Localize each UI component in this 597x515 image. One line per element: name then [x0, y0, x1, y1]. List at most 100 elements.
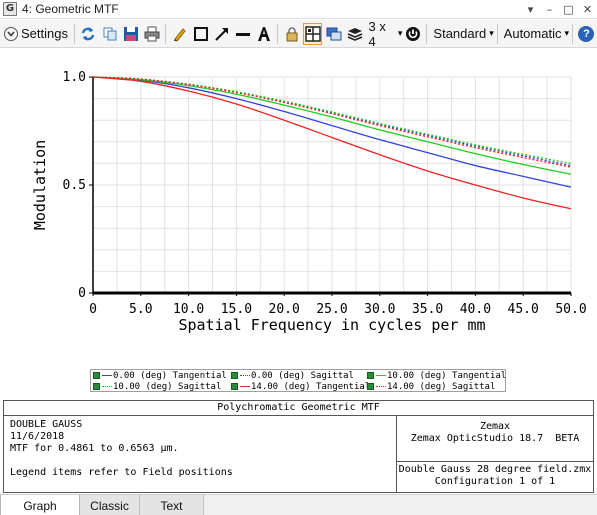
style-dropdown[interactable]: Standard ▾ [430, 23, 493, 45]
layers-icon[interactable] [346, 23, 365, 45]
tab-graph[interactable]: Graph [0, 495, 80, 515]
line-icon[interactable] [233, 23, 252, 45]
copy-icon[interactable] [100, 23, 119, 45]
y-tick-label: 0 [78, 286, 86, 301]
mtf-chart: 0 5.0 10.0 15.0 20.0 25.0 30.0 35.0 40.0 45.0 50.0… [31, 70, 587, 334]
y-tick-label: 0.5 [63, 178, 86, 193]
window-controls: ▾ – □ ✕ [521, 0, 597, 19]
lock-icon[interactable] [282, 23, 301, 45]
legend-label: 10.00 (deg) Sagittal [113, 381, 222, 392]
x-tick-label: 5.0 [129, 302, 152, 317]
legend-swatch [102, 386, 112, 387]
legend-swatch [376, 375, 386, 376]
print-icon[interactable] [142, 23, 161, 45]
info-title: Polychromatic Geometric MTF [4, 401, 593, 416]
legend-swatch [102, 375, 112, 376]
legend-swatch [240, 386, 250, 387]
x-tick-label: 25.0 [316, 302, 347, 317]
toolbar-divider [165, 23, 167, 44]
legend-swatch [376, 386, 386, 387]
legend-item: 0.00 (deg) Tangential [93, 370, 227, 381]
legend-note: Legend items refer to Field positions [10, 467, 233, 478]
vendor-block: Zemax Zemax OpticStudio 18.7 BETA [396, 416, 593, 462]
refresh-icon[interactable] [79, 23, 98, 45]
grid-lines [92, 76, 572, 294]
configuration-label: Configuration 1 of 1 [434, 476, 556, 487]
tab-bar: Graph Classic Text [0, 494, 597, 515]
axes [89, 76, 572, 296]
layout-dropdown[interactable]: 3 x 4 ▾ [366, 19, 403, 49]
layout-label: 3 x 4 [368, 18, 386, 49]
tab-text[interactable]: Text [140, 495, 204, 515]
tab-classic[interactable]: Classic [80, 495, 140, 515]
file-block: Double Gauss 28 degree field.zmx Configu… [396, 462, 593, 492]
analysis-date: 11/6/2018 [10, 431, 65, 442]
file-name: Double Gauss 28 degree field.zmx [398, 464, 592, 475]
legend-swatch [240, 375, 250, 376]
legend-label: 0.00 (deg) Sagittal [251, 370, 354, 381]
save-icon[interactable] [121, 23, 140, 45]
y-axis-title: Modulation [31, 140, 49, 230]
window-title: 4: Geometric MTF [22, 2, 119, 16]
title-bar: G 4: Geometric MTF ▾ – □ ✕ [0, 0, 597, 19]
arrow-icon[interactable] [212, 23, 231, 45]
minimize-button[interactable]: – [540, 0, 559, 19]
legend-label: 0.00 (deg) Tangential [113, 370, 227, 381]
legend-checkbox-icon[interactable] [93, 383, 100, 390]
x-tick-label: 20.0 [269, 302, 300, 317]
legend-checkbox-icon[interactable] [231, 372, 238, 379]
product-name: Zemax OpticStudio 18.7 BETA [410, 433, 580, 444]
legend-checkbox-icon[interactable] [367, 383, 374, 390]
x-tick-label: 30.0 [364, 302, 395, 317]
window-stack-icon[interactable] [324, 23, 343, 45]
legend-item: 14.00 (deg) Tangential [231, 381, 370, 392]
plot-legend: 0.00 (deg) Tangential 0.00 (deg) Sagittal… [90, 369, 506, 392]
legend-label: 14.00 (deg) Tangential [251, 381, 371, 392]
legend-item: 10.00 (deg) Sagittal [93, 381, 221, 392]
toolbar-divider [73, 23, 75, 44]
x-tick-label: 10.0 [173, 302, 204, 317]
y-tick-label: 1.0 [63, 70, 86, 85]
toolbar-divider [572, 23, 573, 44]
power-icon[interactable] [403, 23, 422, 45]
legend-label: 10.00 (deg) Tangential [387, 370, 507, 381]
pencil-icon[interactable] [170, 23, 189, 45]
text-tool-icon[interactable] [254, 23, 273, 45]
close-button[interactable]: ✕ [578, 0, 597, 19]
chevron-down-circle-icon [4, 26, 18, 41]
x-tick-label: 40.0 [460, 302, 491, 317]
toolbar: Settings 3 x 4 ▾ Standard ▾ Automatic ▾ … [0, 19, 597, 49]
x-tick-label: 0 [89, 302, 97, 317]
window-menu-dropdown-icon[interactable]: ▾ [521, 0, 540, 19]
scale-dropdown[interactable]: Automatic ▾ [501, 23, 569, 45]
legend-checkbox-icon[interactable] [231, 383, 238, 390]
legend-item: 10.00 (deg) Tangential [367, 370, 506, 381]
legend-item: 0.00 (deg) Sagittal [231, 370, 354, 381]
scale-label: Automatic [503, 26, 562, 41]
toolbar-divider [426, 23, 428, 44]
app-icon: G [3, 2, 17, 16]
toolbar-divider [277, 23, 279, 44]
layout-grid-icon[interactable] [303, 22, 323, 45]
rectangle-icon[interactable] [191, 23, 210, 45]
x-tick-label: 15.0 [221, 302, 252, 317]
wavelength-range: MTF for 0.4861 to 0.6563 µm. [10, 443, 179, 454]
dropdown-arrow-icon: ▾ [564, 28, 570, 38]
legend-label: 14.00 (deg) Sagittal [387, 381, 496, 392]
help-icon[interactable]: ? [577, 23, 596, 45]
dropdown-arrow-icon: ▾ [489, 28, 494, 38]
maximize-button[interactable]: □ [559, 0, 578, 19]
x-tick-label: 35.0 [412, 302, 443, 317]
x-axis-title: Spatial Frequency in cycles per mm [178, 316, 485, 334]
settings-button[interactable]: Settings [4, 23, 71, 45]
legend-checkbox-icon[interactable] [93, 372, 100, 379]
info-panel: Polychromatic Geometric MTF DOUBLE GAUSS… [3, 400, 594, 493]
settings-label: Settings [21, 26, 68, 41]
legend-checkbox-icon[interactable] [367, 372, 374, 379]
vendor-name: Zemax [479, 421, 511, 432]
x-tick-label: 50.0 [555, 302, 586, 317]
help-icon-glyph: ? [578, 25, 595, 42]
info-left-block: DOUBLE GAUSS 11/6/2018 MTF for 0.4861 to… [10, 419, 233, 479]
legend-item: 14.00 (deg) Sagittal [367, 381, 495, 392]
